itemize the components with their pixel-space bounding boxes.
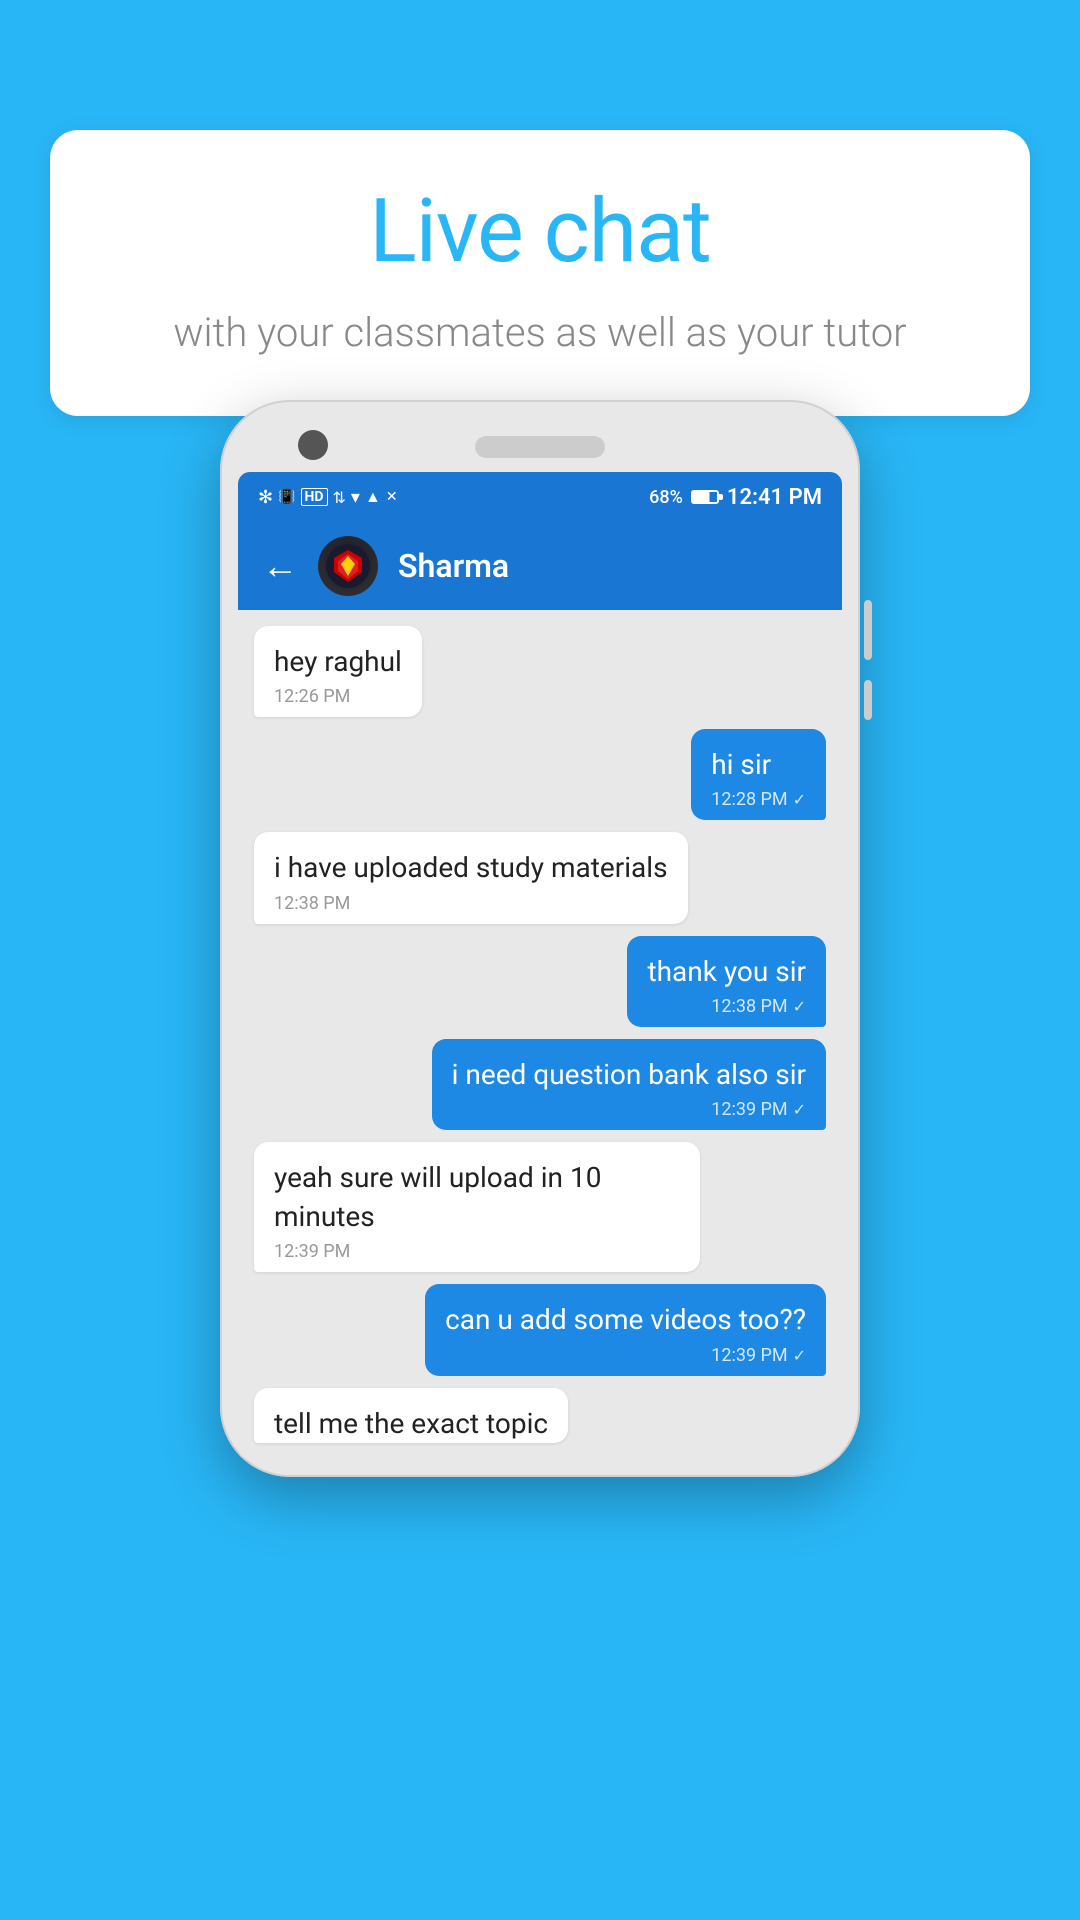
phone-camera-icon: [298, 430, 328, 460]
battery-percent-label: 68%: [649, 487, 683, 508]
data-icon: ⇅: [333, 488, 346, 507]
message-text: hi sir: [711, 745, 806, 784]
message-text: yeah sure will upload in 10 minutes: [274, 1158, 680, 1236]
message-received-3: yeah sure will upload in 10 minutes 12:3…: [254, 1142, 700, 1272]
phone-screen: ✻ 📳 HD ⇅ ▾ ▲ ✕ 68% 12:41 PM ←: [238, 472, 842, 1459]
read-receipt-icon: ✓: [793, 1346, 806, 1365]
back-button[interactable]: ←: [262, 545, 298, 587]
message-text: tell me the exact topic: [274, 1404, 548, 1443]
message-time: 12:38 PM ✓: [647, 996, 806, 1017]
message-time: 12:39 PM: [274, 1241, 680, 1262]
message-time: 12:38 PM: [274, 893, 668, 914]
phone-mockup: ✻ 📳 HD ⇅ ▾ ▲ ✕ 68% 12:41 PM ←: [220, 400, 860, 1477]
chat-header: ← Sharma: [238, 522, 842, 610]
no-sim-icon: ✕: [386, 489, 398, 505]
message-text: can u add some videos too??: [445, 1300, 806, 1339]
message-text: hey raghul: [274, 642, 402, 681]
message-text: i need question bank also sir: [452, 1055, 806, 1094]
speech-bubble: Live chat with your classmates as well a…: [50, 130, 1030, 416]
battery-icon: [691, 490, 719, 504]
message-text: i have uploaded study materials: [274, 848, 668, 887]
status-time: 12:41 PM: [727, 485, 822, 510]
message-sent-3: i need question bank also sir 12:39 PM ✓: [432, 1039, 826, 1130]
page-subtitle: with your classmates as well as your tut…: [110, 305, 970, 361]
phone-earpiece: [475, 436, 605, 458]
phone-power-button: [864, 600, 872, 660]
phone-outer: ✻ 📳 HD ⇅ ▾ ▲ ✕ 68% 12:41 PM ←: [220, 400, 860, 1477]
message-time: 12:39 PM ✓: [452, 1099, 806, 1120]
avatar: [318, 536, 378, 596]
message-time: 12:28 PM ✓: [711, 789, 806, 810]
message-received-4: tell me the exact topic: [254, 1388, 568, 1443]
status-icons-left: ✻ 📳 HD ⇅ ▾ ▲ ✕: [258, 487, 398, 508]
chat-messages: hey raghul 12:26 PM hi sir 12:28 PM ✓ i …: [238, 610, 842, 1459]
read-receipt-icon: ✓: [793, 997, 806, 1016]
message-time: 12:39 PM ✓: [445, 1345, 806, 1366]
message-time: 12:26 PM: [274, 686, 402, 707]
phone-volume-button: [864, 680, 872, 720]
message-sent-2: thank you sir 12:38 PM ✓: [627, 936, 826, 1027]
message-text: thank you sir: [647, 952, 806, 991]
hd-icon: HD: [301, 488, 328, 506]
message-sent-4: can u add some videos too?? 12:39 PM ✓: [425, 1284, 826, 1375]
message-received-2: i have uploaded study materials 12:38 PM: [254, 832, 688, 923]
read-receipt-icon: ✓: [793, 790, 806, 809]
phone-top-bar: [238, 418, 842, 472]
read-receipt-icon: ✓: [793, 1100, 806, 1119]
status-right: 68% 12:41 PM: [649, 485, 822, 510]
message-received-1: hey raghul 12:26 PM: [254, 626, 422, 717]
message-sent-1: hi sir 12:28 PM ✓: [691, 729, 826, 820]
chat-contact-name: Sharma: [398, 547, 509, 585]
bluetooth-icon: ✻: [258, 487, 273, 508]
signal-icon: ▲: [365, 487, 381, 507]
vibrate-icon: 📳: [278, 489, 295, 505]
wifi-icon: ▾: [351, 487, 360, 508]
status-bar: ✻ 📳 HD ⇅ ▾ ▲ ✕ 68% 12:41 PM: [238, 472, 842, 522]
page-title: Live chat: [110, 180, 970, 283]
